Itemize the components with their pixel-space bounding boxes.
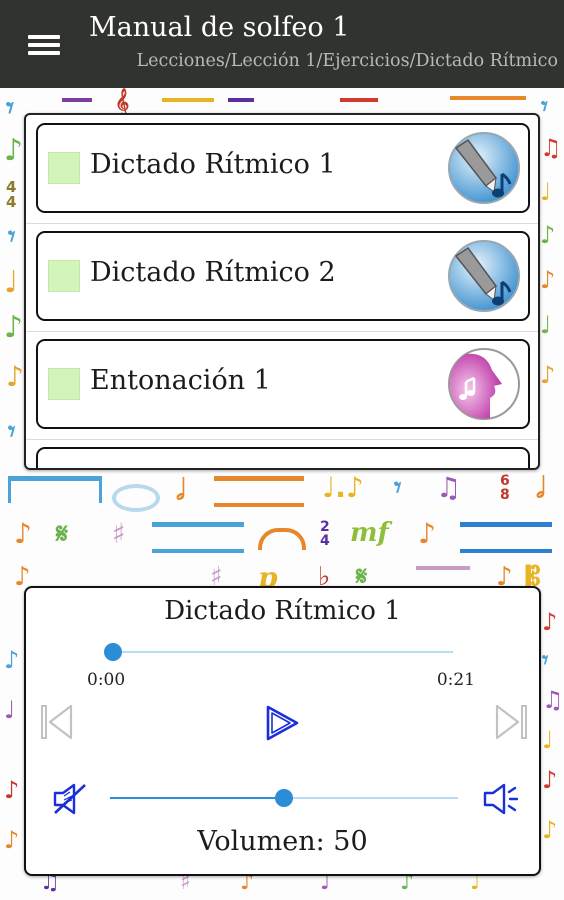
- note-icon: ♫: [436, 471, 462, 504]
- beamed-notes-icon: [214, 476, 304, 507]
- volume-slider-fill: [110, 797, 284, 799]
- note-icon: ♩: [540, 178, 552, 206]
- fermata-icon: [258, 528, 306, 550]
- volume-label-text: Volumen:: [197, 826, 325, 857]
- breadcrumb: Lecciones/Lección 1/Ejercicios/Dictado R…: [136, 51, 558, 71]
- list-item[interactable]: Entonación 1: [36, 339, 530, 429]
- note-icon: ♪: [4, 310, 24, 345]
- dynamic-mf-icon: mf: [350, 518, 389, 548]
- list-item-label: Dictado Rítmico 2: [90, 257, 336, 288]
- note-icon: ♫: [540, 134, 562, 162]
- eighth-rest-icon: 𝄾: [542, 646, 549, 674]
- note-icon: ♩: [542, 726, 554, 754]
- track-title: Dictado Rítmico 1: [164, 596, 401, 626]
- note-icon: ♩: [4, 265, 19, 300]
- note-icon: ♪: [540, 361, 556, 389]
- time-signature-icon: 68: [500, 473, 510, 503]
- beamed-notes-icon: [8, 476, 102, 503]
- eighth-rest-icon: 𝄾: [394, 471, 402, 504]
- app-title: Manual de solfeo 1: [89, 12, 350, 43]
- note-icon: ♪: [542, 816, 558, 844]
- singing-face-icon: [448, 348, 520, 420]
- exercise-list[interactable]: Dictado Rítmico 1 Dictado Rítmico 2 Ento…: [24, 113, 540, 470]
- eighth-rest-icon: 𝄾: [8, 415, 16, 448]
- completion-checkbox: [48, 368, 80, 400]
- dotted-note-icon: ♩.♪: [322, 471, 364, 504]
- volume-up-icon[interactable]: [482, 782, 520, 816]
- list-item[interactable]: Dictado Rítmico 2: [36, 231, 530, 321]
- note-icon: ♪: [6, 360, 24, 393]
- volume-mute-icon[interactable]: [52, 782, 90, 816]
- volume-value: 50: [333, 826, 368, 857]
- note-icon: ♩: [4, 696, 16, 724]
- time-signature-icon: 24: [320, 519, 330, 549]
- note-icon: ♪: [542, 608, 558, 636]
- seek-bar[interactable]: [104, 643, 453, 661]
- list-item[interactable]: Dictado Rítmico 1: [36, 123, 530, 213]
- note-icon: ♪: [4, 133, 24, 168]
- note-icon: 𝅗𝅥: [536, 471, 545, 504]
- skip-next-icon[interactable]: [494, 704, 528, 740]
- list-item-label: Dictado Rítmico 1: [90, 149, 336, 180]
- sharp-icon: ♯: [112, 517, 126, 550]
- segno-icon: 𝄋: [56, 517, 69, 550]
- whole-note-icon: [112, 484, 160, 512]
- beamed-notes-icon: [416, 566, 470, 588]
- completion-checkbox: [48, 260, 80, 292]
- beamed-notes-icon: [460, 522, 552, 553]
- list-item-label: Entonación 1: [90, 365, 271, 396]
- pencil-note-icon: [448, 132, 520, 204]
- volume-slider-thumb[interactable]: [275, 789, 293, 807]
- completion-checkbox: [48, 152, 80, 184]
- divider: [26, 331, 538, 332]
- eighth-rest-icon: 𝄾: [6, 91, 14, 126]
- time-signature-icon: 44: [6, 178, 17, 211]
- play-icon[interactable]: [264, 704, 300, 742]
- note-icon: ♪: [540, 266, 556, 294]
- pencil-note-icon: [448, 240, 520, 312]
- menu-icon[interactable]: [22, 29, 66, 61]
- note-icon: ♩: [540, 311, 552, 339]
- audio-player: Dictado Rítmico 1 0:00 0:21 Volumen: 50: [24, 586, 541, 876]
- note-icon: ♪: [418, 517, 436, 550]
- list-item[interactable]: [36, 447, 530, 468]
- note-icon: 𝅗𝅥: [176, 473, 185, 506]
- seek-bar-thumb[interactable]: [104, 643, 122, 661]
- note-icon: ♫: [542, 686, 564, 714]
- elapsed-time: 0:00: [87, 670, 126, 690]
- volume-slider[interactable]: [110, 789, 458, 807]
- eighth-rest-icon: 𝄾: [541, 92, 548, 122]
- treble-clef-icon: 𝄞: [115, 88, 130, 116]
- note-icon: ♪: [4, 826, 20, 854]
- divider: [26, 223, 538, 224]
- beamed-notes-icon: [152, 522, 244, 553]
- note-icon: ♪: [14, 517, 32, 550]
- note-icon: ♪: [540, 221, 556, 249]
- volume-label: Volumen: 50: [26, 826, 539, 857]
- divider: [26, 439, 538, 440]
- note-icon: ♪: [542, 766, 558, 794]
- app-bar: Manual de solfeo 1 Lecciones/Lección 1/E…: [0, 0, 564, 88]
- note-icon: ♪: [4, 776, 20, 804]
- total-time: 0:21: [436, 670, 475, 690]
- skip-previous-icon[interactable]: [40, 704, 74, 740]
- note-icon: ♪: [4, 646, 20, 674]
- eighth-rest-icon: 𝄾: [8, 220, 16, 253]
